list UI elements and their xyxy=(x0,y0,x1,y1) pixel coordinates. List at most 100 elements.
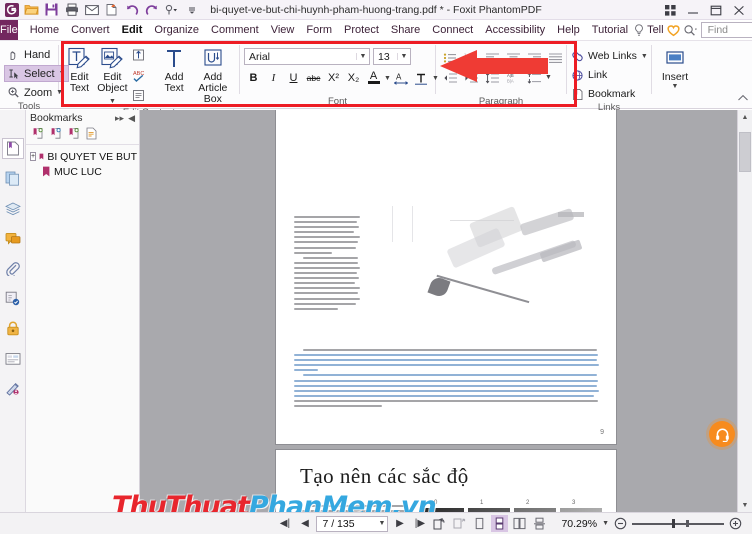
close-button[interactable] xyxy=(728,1,750,19)
menu-item-organize[interactable]: Organize xyxy=(148,20,205,41)
zoom-in-button[interactable] xyxy=(727,515,744,532)
save-icon[interactable] xyxy=(43,2,60,18)
menu-item-comment[interactable]: Comment xyxy=(205,20,265,41)
add-text-button[interactable]: Add Text xyxy=(158,43,191,94)
layers-panel-icon[interactable] xyxy=(2,198,24,219)
minimize-button[interactable] xyxy=(682,1,704,19)
bullet-list-icon[interactable] xyxy=(440,49,460,66)
find-input[interactable] xyxy=(705,23,752,37)
paragraph-direction-icon[interactable]: A|B B|A xyxy=(503,69,523,86)
attachments-panel-icon[interactable] xyxy=(2,258,24,279)
font-size-combo[interactable]: 13 ▼ xyxy=(373,48,411,65)
zoom-out-button[interactable] xyxy=(612,515,629,532)
create-pdf-icon[interactable] xyxy=(103,2,120,18)
link-button[interactable]: Link xyxy=(571,67,607,83)
split-view-button[interactable] xyxy=(531,515,548,532)
increase-indent-icon[interactable] xyxy=(461,69,481,86)
menu-item-tutorial[interactable]: Tutorial xyxy=(586,20,634,41)
web-links-caret-icon[interactable]: ▼ xyxy=(641,53,648,60)
menu-item-connect[interactable]: Connect xyxy=(426,20,479,41)
spell-check-icon[interactable]: ABC xyxy=(129,66,149,84)
paragraph-spacing-icon[interactable] xyxy=(524,69,544,86)
bookmarks-panel-icon[interactable] xyxy=(1,138,24,159)
bold-icon[interactable]: B xyxy=(244,69,263,87)
align-justify-icon[interactable] xyxy=(545,49,565,66)
align-right-icon[interactable] xyxy=(524,49,544,66)
menu-item-view[interactable]: View xyxy=(265,20,301,41)
restore-layout-button[interactable] xyxy=(659,1,681,19)
web-links-button[interactable]: Web Links ▼ xyxy=(571,48,648,64)
text-properties-icon[interactable] xyxy=(129,86,149,104)
facing-view-button[interactable] xyxy=(511,515,528,532)
align-center-icon[interactable] xyxy=(503,49,523,66)
single-page-view-button[interactable] xyxy=(471,515,488,532)
align-left-icon[interactable] xyxy=(482,49,502,66)
subscript-icon[interactable]: X₂ xyxy=(344,69,363,87)
menu-item-home[interactable]: Home xyxy=(24,20,65,41)
scroll-down-arrow-icon[interactable]: ▼ xyxy=(738,498,752,512)
collapse-ribbon-button[interactable] xyxy=(737,93,749,106)
rotate-view-button[interactable] xyxy=(431,515,448,532)
scrollbar-thumb[interactable] xyxy=(739,132,751,172)
strikethrough-icon[interactable]: abc xyxy=(304,69,323,87)
find-box[interactable] xyxy=(700,22,752,38)
first-page-button[interactable]: ◀| xyxy=(276,515,293,532)
underline-icon[interactable]: U xyxy=(284,69,303,87)
print-icon[interactable] xyxy=(63,2,80,18)
menu-item-edit[interactable]: Edit xyxy=(116,20,149,41)
open-icon[interactable] xyxy=(23,2,40,18)
foxit-logo-icon[interactable] xyxy=(3,2,20,18)
edit-object-button[interactable]: Edit Object ▼ xyxy=(96,43,129,107)
zoom-dropdown-icon[interactable]: ▼ xyxy=(602,520,609,527)
add-article-box-button[interactable]: Add Article Box xyxy=(191,43,235,105)
zoom-slider[interactable] xyxy=(632,516,724,532)
bookmark-expander-icon[interactable]: + xyxy=(30,152,37,161)
edit-object-caret-icon[interactable]: ▼ xyxy=(109,98,116,105)
page-number-dropdown-icon[interactable]: ▼ xyxy=(379,520,386,527)
advanced-search-icon[interactable] xyxy=(683,24,698,37)
fields-panel-icon[interactable] xyxy=(2,348,24,369)
tool-zoom[interactable]: Zoom ▼ xyxy=(4,84,66,101)
font-color-icon[interactable]: A xyxy=(364,69,383,87)
paragraph-spacing-caret-icon[interactable]: ▼ xyxy=(545,74,552,81)
signatures-panel-icon[interactable] xyxy=(2,378,24,399)
bookmark-options-icon[interactable] xyxy=(85,127,98,143)
line-spacing-icon[interactable] xyxy=(482,69,502,86)
menu-file-tab[interactable]: File xyxy=(0,20,18,40)
menu-item-convert[interactable]: Convert xyxy=(65,20,116,41)
stamps-panel-icon[interactable] xyxy=(2,288,24,309)
bookmark-button[interactable]: Bookmark xyxy=(571,86,635,102)
security-panel-icon[interactable] xyxy=(2,318,24,339)
font-size-dropdown-icon[interactable]: ▼ xyxy=(397,53,410,60)
customize-qat-icon[interactable] xyxy=(163,2,180,18)
font-color-caret-icon[interactable]: ▼ xyxy=(384,75,391,82)
superscript-icon[interactable]: X² xyxy=(324,69,343,87)
maximize-button[interactable] xyxy=(705,1,727,19)
menu-item-protect[interactable]: Protect xyxy=(338,20,385,41)
menu-item-help[interactable]: Help xyxy=(551,20,586,41)
italic-icon[interactable]: I xyxy=(264,69,283,87)
new-bookmark-icon[interactable] xyxy=(31,127,44,143)
qat-more-icon[interactable] xyxy=(183,2,200,18)
tell-me-control[interactable]: Tell xyxy=(634,23,664,37)
fit-page-button[interactable] xyxy=(451,515,468,532)
bookmark-item-1[interactable]: MUC LUC xyxy=(30,164,137,179)
link-text-boxes-icon[interactable] xyxy=(129,46,149,64)
expand-all-icon[interactable]: ▸▸ xyxy=(115,113,124,124)
page-number-box[interactable]: 7 / 135 ▼ xyxy=(316,515,389,532)
scroll-up-arrow-icon[interactable]: ▲ xyxy=(738,110,752,124)
delete-bookmark-icon[interactable] xyxy=(67,127,80,143)
page-upper-selected-paragraph[interactable] xyxy=(294,349,600,410)
edit-bookmark-icon[interactable] xyxy=(49,127,62,143)
numbered-list-icon[interactable]: 123 xyxy=(461,49,481,66)
font-name-dropdown-icon[interactable]: ▼ xyxy=(356,53,369,60)
menu-item-share[interactable]: Share xyxy=(385,20,426,41)
decrease-indent-icon[interactable] xyxy=(440,69,460,86)
font-name-combo[interactable]: Arial ▼ xyxy=(244,48,370,65)
redo-icon[interactable] xyxy=(143,2,160,18)
tool-hand[interactable]: Hand xyxy=(4,46,53,63)
insert-caret-icon[interactable]: ▼ xyxy=(672,83,679,90)
comments-panel-icon[interactable] xyxy=(2,228,24,249)
text-scale-icon[interactable] xyxy=(412,69,431,87)
insert-button[interactable]: Insert ▼ xyxy=(656,43,694,90)
